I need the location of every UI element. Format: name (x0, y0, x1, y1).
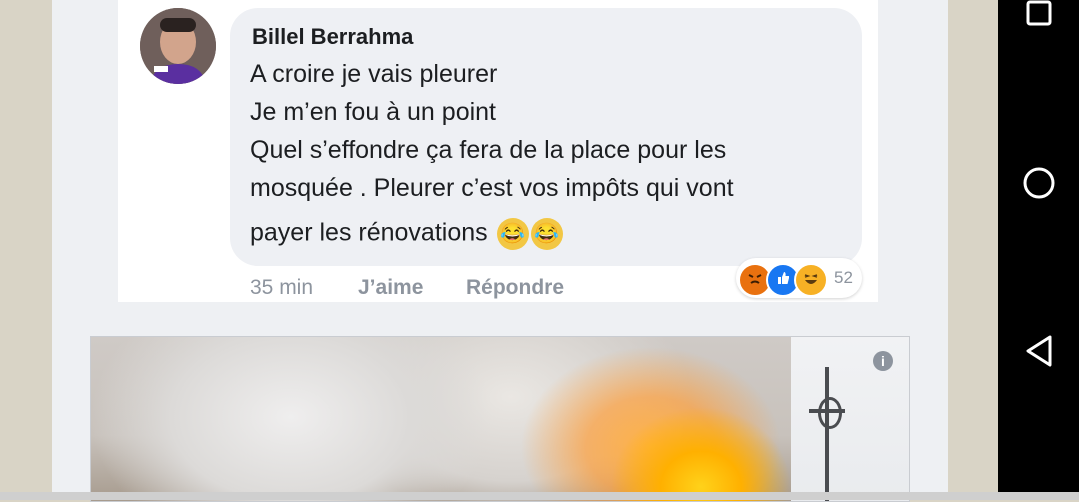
recent-apps-icon[interactable] (1020, 0, 1058, 38)
info-icon[interactable]: i (873, 351, 893, 371)
comment-author[interactable]: Billel Berrahma (252, 24, 413, 50)
comment-line-2: Je m’en fou à un point (250, 98, 496, 126)
like-button[interactable]: J’aime (358, 276, 423, 300)
comment-bubble: Billel Berrahma A croire je vais pleurer… (230, 8, 862, 266)
comment-line-5-text: payer les rénovations (250, 218, 488, 247)
screen-bottom-edge (0, 492, 1079, 500)
laughing-tears-emoji-icon: 😂 (530, 218, 563, 250)
comment-timestamp: 35 min (250, 276, 314, 299)
reaction-count: 52 (834, 268, 853, 287)
avatar-photo (140, 8, 216, 84)
cathedral-fire-photo (91, 337, 791, 501)
link-preview-card[interactable]: i (90, 336, 910, 502)
system-navigation-bar (998, 0, 1079, 500)
comment-line-4: mosquée . Pleurer c’est vos impôts qui v… (250, 174, 734, 202)
comment-line-3: Quel s’effondre ça fera de la place pour… (250, 136, 727, 164)
spire-graphic (825, 367, 829, 501)
spire-ornament (818, 397, 842, 429)
haha-icon (794, 263, 828, 297)
reaction-summary[interactable]: 52 (736, 258, 862, 298)
comment-line-5: payer les rénovations 😂 😂 (250, 218, 563, 250)
laughing-tears-emoji-icon: 😂 (496, 218, 529, 250)
back-icon[interactable] (1020, 332, 1058, 370)
comment-line-1: A croire je vais pleurer (250, 60, 498, 88)
reply-button[interactable]: Répondre (466, 276, 564, 300)
avatar[interactable] (140, 8, 216, 84)
home-icon[interactable] (1020, 164, 1058, 202)
